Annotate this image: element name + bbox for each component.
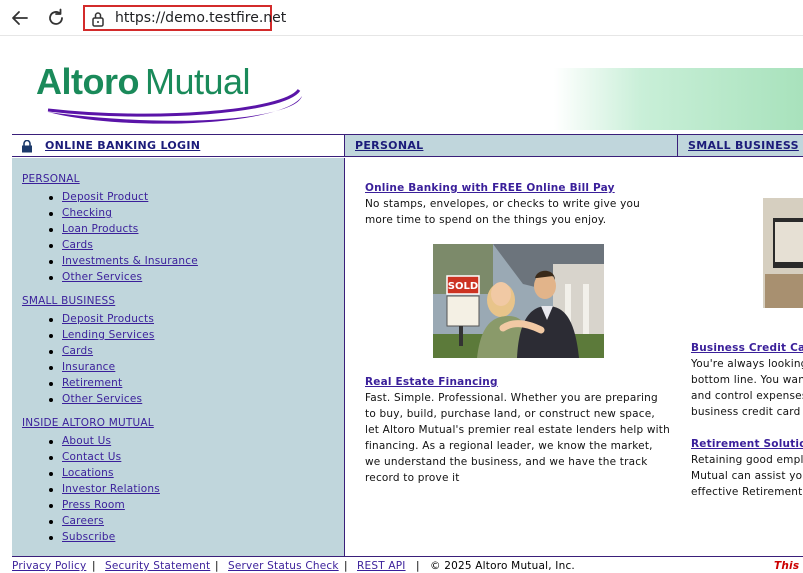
top-nav: ONLINE BANKING LOGIN PERSONAL SMALL BUSI…: [12, 134, 803, 157]
business-credit-card-text: You're always looking bottom line. You w…: [691, 356, 803, 420]
business-credit-card-title-link[interactable]: Business Credit Card: [691, 342, 803, 354]
nav-personal-link[interactable]: PERSONAL: [355, 139, 423, 152]
bullet: [49, 488, 53, 492]
bullet: [49, 398, 53, 402]
reload-icon[interactable]: [45, 7, 67, 29]
sidebar-heading-inside-altoro[interactable]: INSIDE ALTORO MUTUAL: [22, 417, 154, 429]
online-banking-login-link[interactable]: ONLINE BANKING LOGIN: [45, 139, 200, 152]
retirement-solution-title-link[interactable]: Retirement Solution: [691, 438, 803, 450]
lock-icon[interactable]: [91, 11, 105, 31]
sidebar-item-checking[interactable]: Checking: [62, 207, 112, 219]
svg-text:Mutual: Mutual: [145, 61, 250, 102]
bullet: [49, 212, 53, 216]
sidebar-item-deposit-products[interactable]: Deposit Products: [62, 313, 154, 325]
text-line: and control expenses.: [691, 390, 803, 402]
rest-api-link[interactable]: REST API: [357, 560, 406, 572]
text-line: business credit card a: [691, 406, 803, 418]
warning-text: This w: [774, 560, 803, 572]
sidebar-item-contact-us[interactable]: Contact Us: [62, 451, 121, 463]
sidebar-heading-personal[interactable]: PERSONAL: [22, 173, 80, 185]
sidebar-item-retirement[interactable]: Retirement: [62, 377, 122, 389]
altoro-mutual-logo[interactable]: Altoro Mutual: [34, 60, 314, 128]
bullet: [49, 260, 53, 264]
text-line: Retaining good employ: [691, 454, 803, 466]
couple-house-photo[interactable]: SOLD: [433, 244, 604, 358]
bullet: [49, 520, 53, 524]
security-statement-link[interactable]: Security Statement: [105, 560, 210, 572]
bullet: [49, 456, 53, 460]
text-line: Mutual can assist you: [691, 470, 803, 482]
footer-separator: |: [344, 560, 348, 572]
bullet: [49, 536, 53, 540]
sidebar-item-insurance[interactable]: Insurance: [62, 361, 115, 373]
sidebar-item-deposit-product[interactable]: Deposit Product: [62, 191, 148, 203]
bullet: [49, 350, 53, 354]
padlock-icon: [21, 138, 33, 157]
text-line: You're always looking: [691, 358, 803, 370]
sidebar-item-about-us[interactable]: About Us: [62, 435, 111, 447]
back-arrow-icon[interactable]: [9, 7, 31, 29]
sidebar-item-subscribe[interactable]: Subscribe: [62, 531, 115, 543]
privacy-policy-link[interactable]: Privacy Policy: [12, 560, 86, 572]
footer: Privacy Policy | Security Statement | Se…: [12, 556, 803, 573]
sold-sign-text: SOLD: [448, 281, 478, 292]
sidebar-item-other-services[interactable]: Other Services: [62, 393, 142, 405]
sidebar-heading-small-business[interactable]: SMALL BUSINESS: [22, 295, 115, 307]
text-line: bottom line. You want: [691, 374, 803, 386]
web-page: Altoro Mutual ONLINE BANKING LOGIN PERSO…: [4, 38, 803, 573]
sidebar-item-careers[interactable]: Careers: [62, 515, 104, 527]
bullet: [49, 196, 53, 200]
url-text: https://demo.testfire.net: [115, 10, 287, 26]
server-status-check-link[interactable]: Server Status Check: [228, 560, 339, 572]
sidebar-item-lending-services[interactable]: Lending Services: [62, 329, 155, 341]
copyright-text: © 2025 Altoro Mutual, Inc.: [430, 560, 575, 572]
main-content: Online Banking with FREE Online Bill Pay…: [346, 158, 803, 556]
bullet: [49, 472, 53, 476]
sidebar: PERSONAL Deposit Product Checking Loan P…: [12, 158, 345, 556]
bullet: [49, 334, 53, 338]
sidebar-item-cards[interactable]: Cards: [62, 239, 93, 251]
real-estate-text: Fast. Simple. Professional. Whether you …: [365, 392, 670, 484]
sidebar-item-press-room[interactable]: Press Room: [62, 499, 125, 511]
nav-login-cell: ONLINE BANKING LOGIN: [12, 135, 345, 156]
sidebar-item-other-services[interactable]: Other Services: [62, 271, 142, 283]
nav-small-business-link[interactable]: SMALL BUSINESS: [688, 139, 799, 152]
bullet: [49, 244, 53, 248]
footer-separator: |: [416, 560, 420, 572]
nav-personal-cell: PERSONAL: [345, 135, 678, 156]
footer-separator: |: [215, 560, 219, 572]
nav-small-business-cell: SMALL BUSINESS: [678, 135, 803, 156]
bullet: [49, 318, 53, 322]
bullet: [49, 366, 53, 370]
retirement-solution-text: Retaining good employ Mutual can assist …: [691, 452, 803, 500]
sidebar-item-locations[interactable]: Locations: [62, 467, 114, 479]
sidebar-item-loan-products[interactable]: Loan Products: [62, 223, 138, 235]
business-photo[interactable]: [759, 178, 803, 308]
sidebar-item-investments-insurance[interactable]: Investments & Insurance: [62, 255, 198, 267]
header-banner: [554, 68, 803, 130]
sidebar-item-investor-relations[interactable]: Investor Relations: [62, 483, 160, 495]
browser-toolbar: https://demo.testfire.net: [0, 0, 803, 36]
bullet: [49, 440, 53, 444]
text-line: effective Retirement S: [691, 486, 803, 498]
bullet: [49, 504, 53, 508]
footer-separator: |: [92, 560, 96, 572]
svg-text:Altoro: Altoro: [36, 61, 139, 102]
bullet: [49, 228, 53, 232]
online-banking-text: No stamps, envelopes, or checks to write…: [365, 198, 641, 226]
sidebar-item-cards[interactable]: Cards: [62, 345, 93, 357]
address-bar[interactable]: https://demo.testfire.net: [83, 5, 286, 31]
bullet: [49, 276, 53, 280]
real-estate-title-link[interactable]: Real Estate Financing: [365, 376, 498, 388]
bullet: [49, 382, 53, 386]
online-banking-title-link[interactable]: Online Banking with FREE Online Bill Pay: [365, 182, 615, 194]
